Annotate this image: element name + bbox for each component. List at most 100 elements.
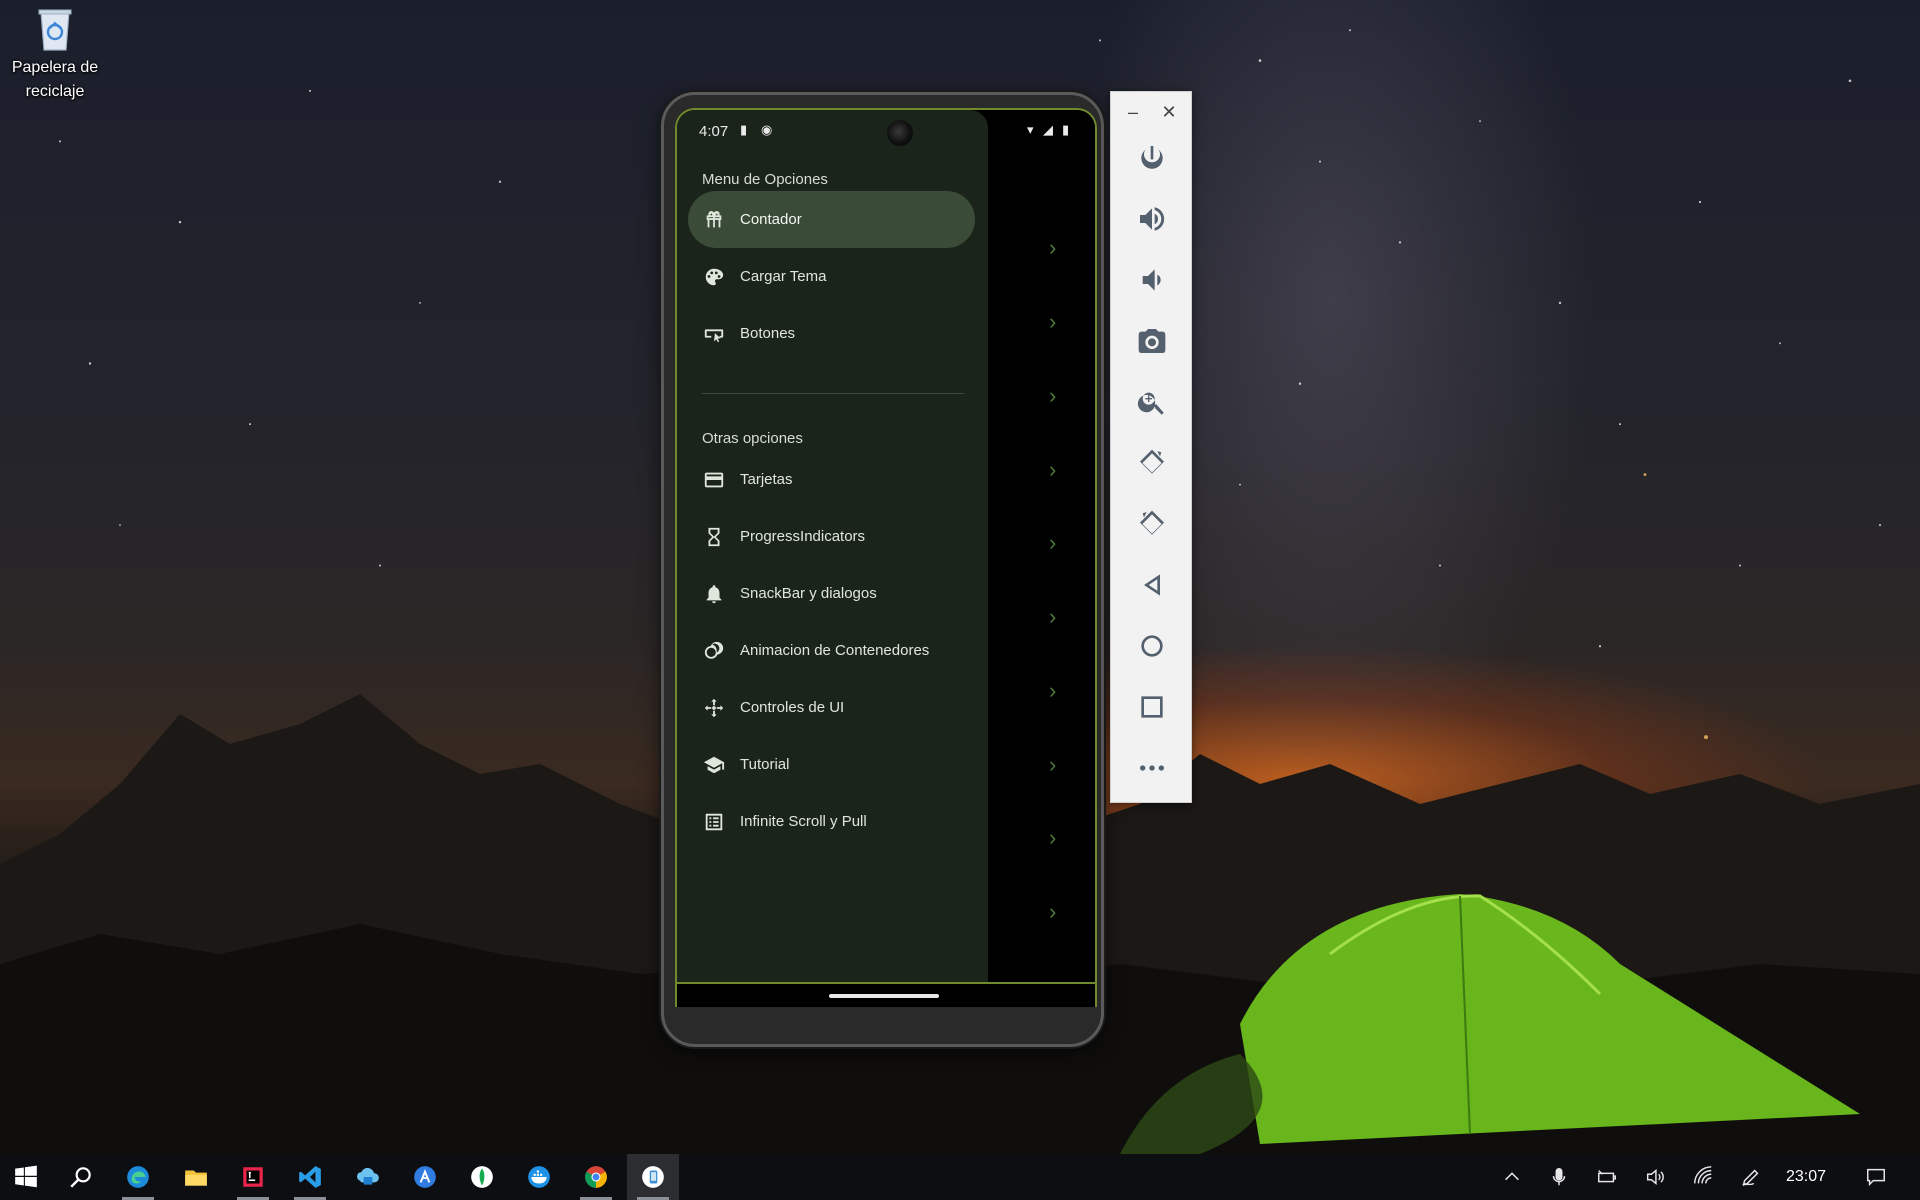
taskbar-edge[interactable] <box>112 1154 164 1200</box>
taskbar-mongodb-compass[interactable] <box>456 1154 508 1200</box>
action-center-button[interactable] <box>1856 1154 1896 1200</box>
drawer-item-animacion-contenedores[interactable]: Animacion de Contenedores <box>688 622 975 679</box>
drawer-item-infinite-scroll[interactable]: Infinite Scroll y Pull <box>688 793 975 850</box>
school-icon <box>703 754 725 776</box>
button-icon <box>703 323 725 345</box>
navigation-drawer: Menu de Opciones Contador Cargar Tema Bo… <box>677 110 988 998</box>
chevron-right-icon: › <box>1049 309 1057 334</box>
tray-volume[interactable] <box>1640 1154 1670 1200</box>
tray-pen[interactable] <box>1736 1154 1766 1200</box>
taskbar-docker[interactable] <box>513 1154 565 1200</box>
drawer-item-tutorial[interactable]: Tutorial <box>688 736 975 793</box>
volume-down-button[interactable] <box>1130 258 1174 302</box>
recycle-bin-desktop-icon[interactable]: Papelera de reciclaje <box>6 6 104 104</box>
drawer-divider <box>702 393 964 394</box>
drawer-item-snackbar-dialogos[interactable]: SnackBar y dialogos <box>688 565 975 622</box>
gesture-navigation-bar <box>677 982 1095 1007</box>
pen-icon <box>1742 1169 1759 1186</box>
home-indicator[interactable] <box>829 994 939 998</box>
taskbar-app[interactable] <box>399 1154 451 1200</box>
screenshot-button[interactable] <box>1130 319 1174 363</box>
rotate-right-button[interactable] <box>1130 502 1174 546</box>
taskbar-jetbrains[interactable] <box>227 1154 279 1200</box>
tray-battery[interactable] <box>1592 1154 1622 1200</box>
notification-icon <box>1867 1168 1885 1187</box>
power-button[interactable] <box>1130 136 1174 180</box>
tray-clock[interactable]: 23:07 <box>1775 1154 1837 1200</box>
close-button[interactable]: ✕ <box>1157 100 1181 124</box>
taskbar-chrome[interactable] <box>570 1154 622 1200</box>
chevron-right-icon: › <box>1049 457 1057 482</box>
volume-up-button[interactable] <box>1130 197 1174 241</box>
rotate-right-icon <box>1140 510 1164 535</box>
drawer-item-label: Controles de UI <box>740 699 845 716</box>
vscode-icon <box>299 1166 321 1188</box>
overview-button[interactable] <box>1130 685 1174 729</box>
drawer-item-label: Tutorial <box>740 756 790 773</box>
drawer-item-label: ProgressIndicators <box>740 528 866 545</box>
search-button[interactable] <box>55 1154 107 1200</box>
docker-icon <box>528 1166 550 1188</box>
move-arrows-icon <box>703 697 725 719</box>
home-button[interactable] <box>1130 624 1174 668</box>
rotate-left-button[interactable] <box>1130 441 1174 485</box>
chrome-icon <box>585 1166 607 1188</box>
drawer-header: Menu de Opciones <box>702 171 828 188</box>
overview-icon <box>1141 696 1163 718</box>
tray-microphone[interactable] <box>1544 1154 1574 1200</box>
chevron-right-icon: › <box>1049 678 1057 703</box>
windows-taskbar: 23:07 <box>0 1154 1920 1200</box>
minimize-button[interactable]: – <box>1121 100 1145 124</box>
zoom-button[interactable] <box>1130 380 1174 424</box>
back-icon <box>1144 574 1160 596</box>
recycle-bin-label: Papelera de reciclaje <box>11 59 99 100</box>
phone-screen[interactable]: › › › › › › › › › › 4:07 ▮ ◉ ▾ ◢ ▮ Menu … <box>675 108 1097 1007</box>
home-icon <box>1141 635 1163 657</box>
drawer-item-tarjetas[interactable]: Tarjetas <box>688 451 975 508</box>
drawer-item-contador[interactable]: Contador <box>688 191 975 248</box>
taskbar-azure-data-studio[interactable] <box>342 1154 394 1200</box>
drawer-item-label: Botones <box>740 325 796 342</box>
drawer-item-label: Tarjetas <box>740 471 793 488</box>
show-hidden-icons-button[interactable] <box>1497 1154 1527 1200</box>
status-time: 4:07 <box>699 123 729 140</box>
camera-icon <box>1138 329 1166 353</box>
drawer-item-cargar-tema[interactable]: Cargar Tema <box>688 248 975 305</box>
signal-icon: ◢ <box>1043 122 1053 137</box>
sd-card-icon: ▮ <box>740 122 748 137</box>
drawer-item-label: Contador <box>740 211 802 228</box>
start-button[interactable] <box>0 1154 52 1200</box>
drawer-section-header: Otras opciones <box>702 430 803 447</box>
taskbar-android-emulator[interactable] <box>627 1154 679 1200</box>
chevron-right-icon: › <box>1049 752 1057 777</box>
drawer-item-label: Cargar Tema <box>740 268 827 285</box>
more-button[interactable] <box>1130 746 1174 790</box>
recycle-bin-icon <box>35 6 75 52</box>
file-explorer-icon <box>185 1170 207 1186</box>
drawer-item-label: SnackBar y dialogos <box>740 585 877 602</box>
back-button[interactable] <box>1130 563 1174 607</box>
camera-cutout <box>887 120 913 146</box>
drawer-item-progress-indicators[interactable]: ProgressIndicators <box>688 508 975 565</box>
android-phone-frame: › › › › › › › › › › 4:07 ▮ ◉ ▾ ◢ ▮ Menu … <box>661 92 1104 1047</box>
power-icon <box>1141 146 1163 169</box>
volume-up-icon <box>1140 207 1165 231</box>
drawer-item-botones[interactable]: Botones <box>688 305 975 362</box>
status-bar: 4:07 ▮ ◉ ▾ ◢ ▮ <box>677 110 1095 152</box>
emulator-window-controls: – ✕ <box>1111 92 1191 132</box>
volume-down-icon <box>1142 269 1161 291</box>
battery-icon: ▮ <box>1062 122 1070 137</box>
taskbar-file-explorer[interactable] <box>170 1154 222 1200</box>
chevron-right-icon: › <box>1049 825 1057 850</box>
jetbrains-icon <box>243 1167 263 1187</box>
chevron-right-icon: › <box>1049 235 1057 260</box>
more-icon <box>1140 765 1164 771</box>
tray-wifi[interactable] <box>1688 1154 1718 1200</box>
drawer-item-label: Infinite Scroll y Pull <box>740 813 867 830</box>
mongodb-compass-icon <box>471 1166 493 1188</box>
windows-start-icon <box>15 1165 37 1188</box>
taskbar-vscode[interactable] <box>284 1154 336 1200</box>
azure-data-studio-icon <box>357 1167 379 1185</box>
app-icon <box>414 1166 436 1188</box>
drawer-item-controles-ui[interactable]: Controles de UI <box>688 679 975 736</box>
